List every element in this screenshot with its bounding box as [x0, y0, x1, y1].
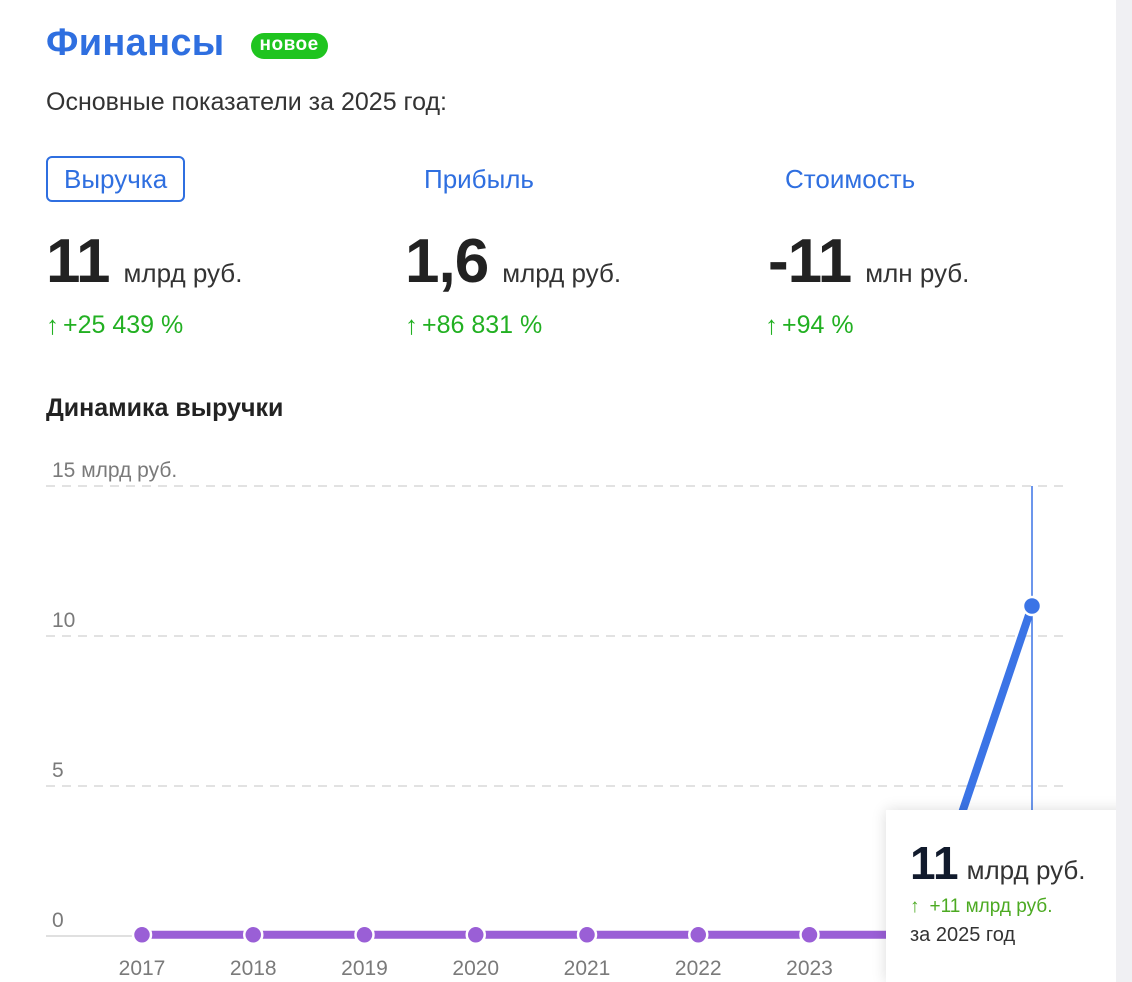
metric-profit-delta-text: +86 831 % [422, 311, 543, 339]
card-title: Финансы [46, 22, 225, 64]
card-subtitle: Основные показатели за 2025 год: [46, 88, 448, 116]
metric-cost: -11 млн руб. [768, 226, 969, 297]
finance-card: Финансы новое Основные показатели за 202… [0, 0, 1116, 982]
tab-revenue[interactable]: Выручка [46, 156, 186, 202]
arrow-up-icon: ↑ [910, 896, 920, 917]
data-point [465, 924, 486, 946]
x-tick-label: 2021 [564, 957, 611, 980]
data-point [131, 924, 153, 946]
metric-cost-delta-text: +94 % [782, 311, 854, 339]
metric-revenue: 11 млрд руб. [46, 226, 242, 297]
arrow-up-icon: ↑ [765, 310, 778, 340]
data-point [799, 924, 820, 946]
metric-revenue-delta-text: +25 439 % [63, 311, 184, 339]
tooltip-period: за 2025 год [910, 924, 1016, 946]
chart-tooltip: 11 млрд руб. ↑ +11 млрд руб. за 2025 год [886, 810, 1116, 982]
y-tick-label: 15 млрд руб. [52, 459, 177, 482]
new-badge: новое [250, 32, 328, 59]
chart-title: Динамика выручки [46, 394, 284, 422]
arrow-up-icon: ↑ [46, 310, 59, 340]
metric-profit-delta: ↑ +86 831 % [405, 310, 542, 341]
x-tick-label: 2023 [786, 957, 833, 980]
tooltip-value: 11 [910, 837, 959, 889]
metric-profit: 1,6 млрд руб. [405, 226, 621, 297]
x-tick-label: 2020 [452, 957, 499, 980]
data-point [354, 924, 375, 946]
card-header: Финансы новое [46, 22, 328, 65]
data-point-highlight [1021, 595, 1043, 617]
x-tick-label: 2017 [119, 957, 166, 980]
tooltip-delta: +11 млрд руб. [929, 896, 1053, 917]
metric-cost-unit: млн руб. [865, 258, 970, 288]
metric-revenue-unit: млрд руб. [123, 258, 243, 288]
metric-cost-value: -11 [768, 227, 852, 296]
tab-cost[interactable]: Стоимость [785, 156, 915, 202]
data-point [688, 924, 709, 946]
y-tick-label: 0 [52, 909, 64, 932]
x-tick-label: 2018 [230, 957, 277, 980]
data-point [243, 924, 264, 946]
x-tick-label: 2019 [341, 957, 388, 980]
metric-profit-value: 1,6 [405, 227, 489, 296]
y-tick-label: 5 [52, 759, 64, 782]
tab-profit[interactable]: Прибыль [424, 156, 534, 202]
metric-cost-delta: ↑ +94 % [765, 310, 854, 341]
metric-profit-unit: млрд руб. [502, 258, 622, 288]
data-point [576, 924, 598, 946]
metric-revenue-delta: ↑ +25 439 % [46, 310, 183, 341]
arrow-up-icon: ↑ [405, 310, 418, 340]
x-tick-label: 2022 [675, 957, 722, 980]
metric-revenue-value: 11 [46, 227, 111, 296]
tooltip-unit: млрд руб. [966, 855, 1086, 885]
y-tick-label: 10 [52, 609, 75, 632]
